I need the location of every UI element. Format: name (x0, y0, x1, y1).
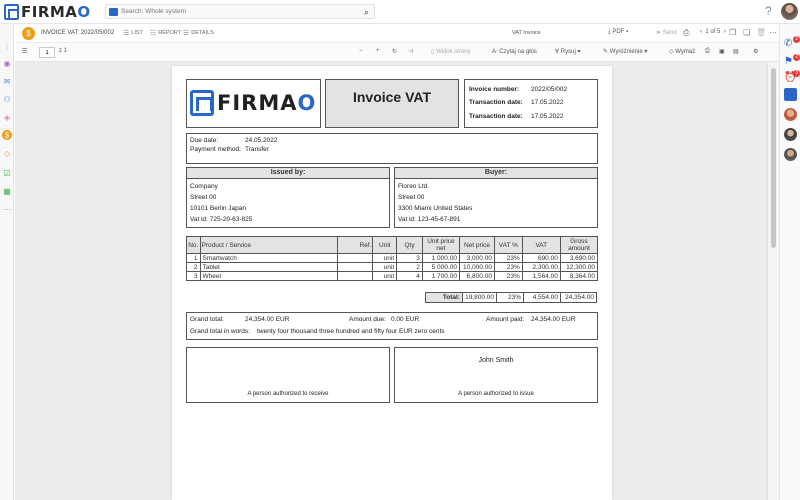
module-icon (109, 7, 118, 16)
table-header-row: No. Product / Service Ref. Unit Qty Unit… (186, 236, 599, 254)
viewer-settings-icon[interactable]: ⚙ (753, 48, 758, 55)
firmao-logo-icon (4, 4, 19, 20)
invoice-logo: FIRMAO (190, 90, 316, 116)
contact-avatar-3[interactable] (784, 148, 797, 161)
read-aloud-button[interactable]: Aᐧ Czytaj na głos (492, 48, 537, 55)
invoice-logo-box: FIRMAO (186, 79, 321, 128)
page-view-button[interactable]: ▯ Widok strony (431, 48, 471, 55)
grand-total-box: Grand total: 24,354.00 EUR Amount due: 0… (186, 312, 598, 340)
zoom-out-icon[interactable]: − (359, 48, 363, 54)
invoice-type-select[interactable]: VAT Invoice (512, 30, 602, 36)
mail-icon[interactable]: ✉ (2, 76, 12, 86)
top-bar: FIRMAO ⌕ ? (0, 0, 800, 24)
tag-icon[interactable]: ◈ (2, 112, 12, 122)
chat-icon[interactable]: ✆ 2 (784, 36, 800, 51)
left-nav: ⁞ ◉ ✉ ⚇ ◈ $ ◇ ☑ ▦ ⋯ (0, 24, 14, 500)
pager[interactable]: ‹ 1 of 5 › (700, 29, 726, 35)
contacts-icon[interactable]: ⚇ (2, 94, 12, 104)
list-button[interactable]: ☰ LIST (123, 29, 143, 37)
issued-by-box: Issued by: Company Street 00 10101 Berli… (186, 167, 390, 228)
report-button[interactable]: ☷ REPORT (150, 29, 181, 37)
invoices-icon[interactable]: $ (2, 130, 12, 140)
zoom-in-icon[interactable]: + (376, 48, 380, 54)
help-icon[interactable]: ? (765, 4, 772, 18)
invoice-items-table: No. Product / Service Ref. Unit Qty Unit… (186, 236, 599, 281)
scrollbar-thumb[interactable] (771, 68, 776, 248)
copy-icon[interactable]: ❐ (729, 28, 736, 37)
due-date-box: Due date: 24.05.2022 Payment method: Tra… (186, 133, 598, 164)
viewer-save-icon[interactable]: ▣ (719, 48, 725, 55)
right-rail: ✆ 2 ⚑ 2 ⏰ 3 (779, 24, 800, 500)
search-input[interactable] (121, 8, 361, 15)
table-row: 3 Wheel unit 4 1 700.00 6,800.00 23% 1,564.00 8,… (186, 271, 599, 281)
total-in-words: twenty four thousand three hundred and f… (257, 328, 445, 335)
box-icon[interactable]: ◇ (2, 148, 12, 158)
tasks-icon[interactable]: ☑ (2, 168, 12, 178)
details-button[interactable]: ☰ DETAILS (183, 29, 214, 37)
payment-method: Transfer (245, 146, 269, 153)
totals-table: Total: 19,800.00 23% 4,554.00 24,354.00 (425, 292, 597, 303)
totals-row: Total: 19,800.00 23% 4,554.00 24,354.00 (425, 292, 597, 303)
issuer-signature-box: John Smith A person authorized to issue (394, 347, 598, 403)
page-number-input[interactable] (39, 47, 55, 58)
user-avatar[interactable] (781, 3, 798, 20)
highlight-button[interactable]: ✎ Wyróżnienie ▾ (603, 48, 647, 55)
invoice-meta-box: Invoice number: 2022/05/002 Transaction … (464, 79, 598, 128)
notifications-icon[interactable]: ⚑ 2 (784, 54, 800, 69)
invoice-title: Invoice VAT (352, 89, 432, 105)
app-logo[interactable]: FIRMAO (4, 3, 91, 21)
grand-total: 24,354.00 EUR (245, 316, 290, 323)
draw-button[interactable]: ∀ Rysuj ▾ (555, 48, 580, 55)
contact-avatar-2[interactable] (784, 128, 797, 141)
calendar-icon[interactable]: ▦ (2, 186, 12, 196)
invoice-number: 2022/05/002 (531, 86, 568, 93)
amount-due: 0.00 EUR (391, 316, 420, 323)
report-icon: ☷ (150, 30, 157, 37)
apps-icon[interactable]: ⁞ (2, 42, 12, 52)
erase-button[interactable]: ◇ Wymaż (669, 48, 695, 55)
rotate-icon[interactable]: ↻ (392, 48, 397, 55)
invoice-dollar-icon: $ (22, 27, 35, 40)
sidebar-toggle-icon[interactable]: ☰ (22, 48, 27, 55)
details-icon: ☰ (183, 30, 190, 37)
viewer-save-as-icon[interactable]: ▤ (733, 48, 739, 55)
search-icon[interactable]: ⌕ (364, 7, 369, 18)
firmao-logo-icon (190, 90, 214, 116)
invoice-title-box: Invoice VAT (325, 79, 459, 128)
contact-avatar-1[interactable] (784, 108, 797, 121)
due-date: 24.05.2022 (245, 137, 278, 144)
table-row: 1 Smartwatch unit 3 1 000.00 3,000.00 23% 690.0… (186, 253, 599, 263)
issuer-name: John Smith (478, 357, 514, 364)
search-bar[interactable]: ⌕ (105, 4, 375, 19)
amount-paid: 24,354.00 EUR (531, 316, 576, 323)
invoice-page: FIRMAO Invoice VAT Invoice number: 2022/… (172, 66, 612, 500)
more-icon[interactable]: ⋯ (2, 204, 12, 214)
viewer-toolbar: ☰ z 1 − + ↻ ⊣ ▯ Widok strony Aᐧ Czytaj n… (15, 43, 779, 62)
document-toolbar: $ INVOICE VAT: 2022/05/002 ☰ LIST ☷ REPORT… (15, 24, 779, 43)
table-row: 2 Tablet unit 2 5 000.00 10,000.00 23% 2,300.00… (186, 262, 599, 272)
page-count: z 1 (59, 48, 68, 54)
duplicate-icon[interactable]: ❏ (743, 28, 750, 37)
fit-width-icon[interactable]: ⊣ (408, 48, 413, 55)
scrollbar[interactable] (767, 62, 779, 500)
dashboard-icon[interactable]: ◉ (2, 58, 12, 68)
delete-icon[interactable]: 🗑 (756, 28, 766, 37)
more-options-icon[interactable]: ⋯ (769, 28, 777, 37)
receiver-signature-box: A person authorized to receive (186, 347, 390, 403)
firmao-app-icon[interactable] (784, 88, 797, 101)
alarm-icon[interactable]: ⏰ 3 (784, 70, 800, 85)
list-icon: ☰ (123, 30, 130, 37)
print-icon[interactable]: ⎙ (683, 28, 689, 38)
send-button[interactable]: ➤ Send (656, 29, 677, 36)
document-title: INVOICE VAT: 2022/05/002 (41, 30, 115, 36)
viewer-print-icon[interactable]: ⎙ (705, 48, 710, 55)
pdf-button[interactable]: ⤓ PDF ▾ (608, 29, 629, 36)
buyer-box: Buyer: Floreo Ltd. Street 00 3300 Miami … (394, 167, 598, 228)
